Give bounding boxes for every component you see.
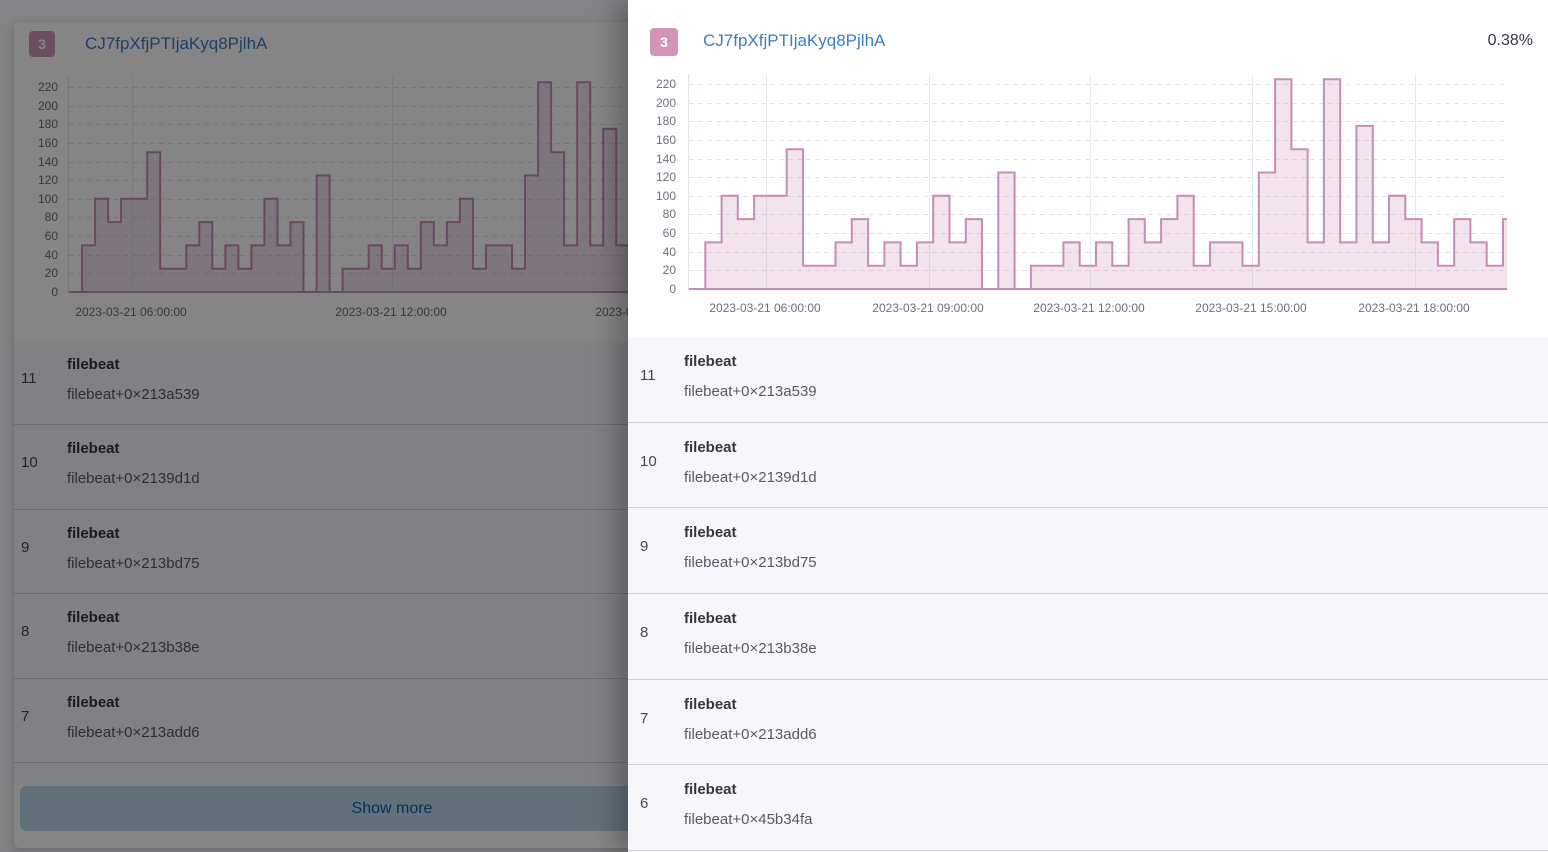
y-axis-tick-label: 220 xyxy=(636,76,676,92)
y-axis-tick-label: 180 xyxy=(636,113,676,129)
y-axis-tick-label: 80 xyxy=(636,206,676,222)
frame-function: filebeat xyxy=(684,696,737,714)
y-axis-labels: 020406080100120140160180200220 xyxy=(636,74,676,290)
y-axis-tick-label: 120 xyxy=(636,169,676,185)
trace-title-link[interactable]: CJ7fpXfjPTIjaKyq8PjlhA xyxy=(703,31,885,51)
y-axis-tick-label: 60 xyxy=(636,225,676,241)
frame-function: filebeat xyxy=(684,353,737,371)
frame-row[interactable]: 10 filebeat filebeat+0×2139d1d xyxy=(628,423,1548,509)
trace-flyout: 3 CJ7fpXfjPTIjaKyq8PjlhA 0.38% 0 20 40 60 80… xyxy=(628,0,1548,852)
frame-row[interactable]: 6 filebeat filebeat+0×45b34fa xyxy=(628,765,1548,851)
trace-percentage: 0.38% xyxy=(1488,32,1533,50)
y-axis-tick-label: 140 xyxy=(636,151,676,167)
samples-over-time-chart xyxy=(688,74,1507,290)
frame-row[interactable]: 7 filebeat filebeat+0×213add6 xyxy=(628,680,1548,766)
x-axis-tick-label: 2023-03-21 09:00:00 xyxy=(853,300,1003,316)
y-axis-tick-label: 160 xyxy=(636,132,676,148)
frame-row[interactable]: 8 filebeat filebeat+0×213b38e xyxy=(628,594,1548,680)
x-axis-tick-label: 2023-03-21 06:00:00 xyxy=(690,300,840,316)
frame-rank: 7 xyxy=(640,711,648,727)
x-axis-tick-label: 2023-03-21 15:00:00 xyxy=(1176,300,1326,316)
frame-row[interactable]: 9 filebeat filebeat+0×213bd75 xyxy=(628,508,1548,594)
frame-function: filebeat xyxy=(684,439,737,457)
frame-rank: 9 xyxy=(640,539,648,555)
frame-address: filebeat+0×2139d1d xyxy=(684,469,817,487)
frame-address: filebeat+0×213add6 xyxy=(684,726,817,744)
x-axis-tick-label: 2023-03-21 12:00:00 xyxy=(1014,300,1164,316)
frame-rank: 10 xyxy=(640,454,657,470)
frame-address: filebeat+0×213bd75 xyxy=(684,554,817,572)
frame-row[interactable]: 11 filebeat filebeat+0×213a539 xyxy=(628,337,1548,423)
rank-badge: 3 xyxy=(650,28,678,56)
frame-rank: 8 xyxy=(640,625,648,641)
frame-address: filebeat+0×213a539 xyxy=(684,383,817,401)
y-axis-tick-label: 0 xyxy=(636,281,676,297)
frame-rank: 6 xyxy=(640,796,648,812)
y-axis-tick-label: 40 xyxy=(636,244,676,260)
x-axis-labels: 2023-03-21 06:00:00 2023-03-21 09:00:00 20… xyxy=(688,300,1518,318)
frame-function: filebeat xyxy=(684,781,737,799)
frame-function: filebeat xyxy=(684,524,737,542)
frame-function: filebeat xyxy=(684,610,737,628)
samples-area-series xyxy=(689,79,1507,289)
y-axis-tick-label: 100 xyxy=(636,188,676,204)
y-axis-tick-label: 200 xyxy=(636,95,676,111)
frame-list: 11 filebeat filebeat+0×213a539 10 filebe… xyxy=(628,337,1548,852)
frame-rank: 11 xyxy=(640,368,656,384)
frame-address: filebeat+0×45b34fa xyxy=(684,811,812,829)
x-axis-tick-label: 2023-03-21 18:00:00 xyxy=(1339,300,1489,316)
frame-address: filebeat+0×213b38e xyxy=(684,640,817,658)
y-axis-tick-label: 20 xyxy=(636,262,676,278)
